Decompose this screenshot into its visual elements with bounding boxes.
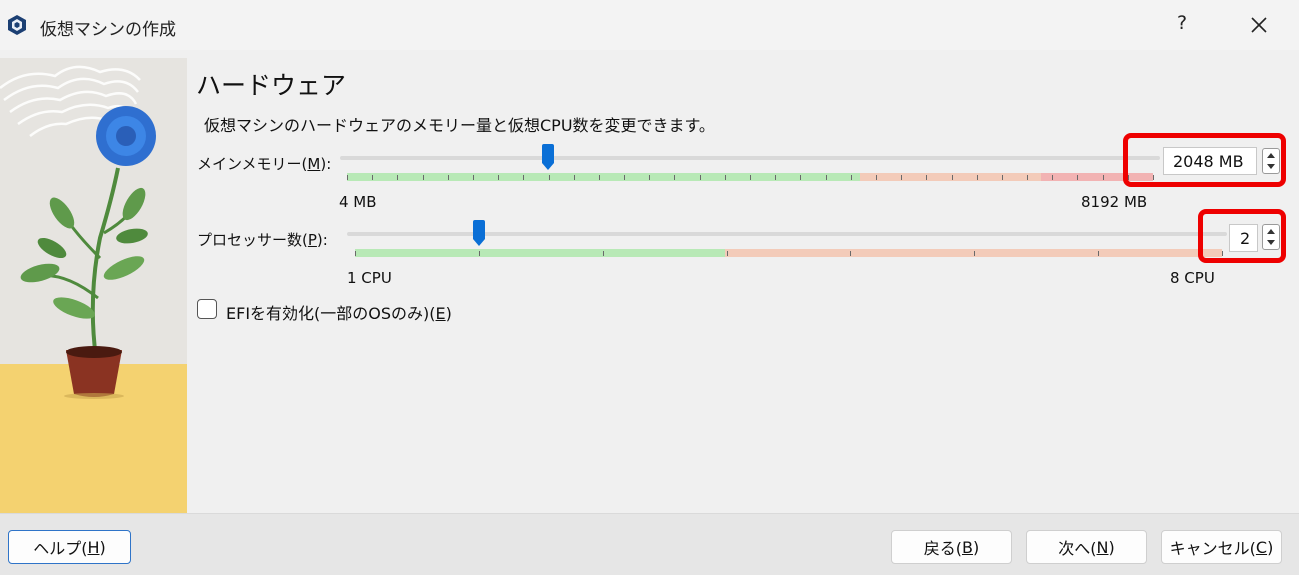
memory-slider-thumb[interactable] [541,144,555,170]
next-button-prefix: 次へ( [1058,539,1097,558]
memory-label: メインメモリー(M): [197,153,331,174]
processor-range-recommended [355,249,725,257]
processor-tick [478,251,480,256]
memory-tick [523,175,525,180]
memory-mnemonic: M [307,155,321,173]
memory-tick [397,175,399,180]
processor-label: プロセッサー数(P): [197,229,328,250]
memory-tick [598,175,600,180]
memory-tick [976,175,978,180]
processor-tick [355,251,356,256]
memory-tick [951,175,953,180]
memory-max-label: 8192 MB [1081,193,1148,211]
memory-range-recommended [347,173,860,181]
cancel-button[interactable]: キャンセル(C) [1161,530,1282,564]
back-button-prefix: 戻る( [923,539,962,558]
efi-label[interactable]: EFIを有効化(一部のOSのみ)(E) [226,300,452,324]
memory-tick [875,175,877,180]
processor-mnemonic: P [307,231,317,249]
processor-tick [602,251,604,256]
memory-tick [573,175,575,180]
back-button-mnemonic: B [962,537,973,557]
memory-tick [1052,175,1054,180]
next-button-suffix: ) [1108,537,1115,557]
cancel-button-prefix: キャンセル( [1169,539,1256,558]
memory-tick [926,175,928,180]
processor-min-label: 1 CPU [347,269,392,287]
memory-tick [674,175,676,180]
memory-tick [1027,175,1029,180]
memory-tick [699,175,701,180]
memory-tick [548,175,550,180]
next-button[interactable]: 次へ(N) [1026,530,1147,564]
memory-tick [347,175,348,180]
memory-highlight-box [1123,133,1286,187]
processor-max-label: 8 CPU [1170,269,1215,287]
processor-tick [974,251,976,256]
memory-label-prefix: メインメモリー( [197,155,308,173]
memory-tick [1102,175,1104,180]
memory-min-label: 4 MB [339,193,377,211]
memory-tick [372,175,374,180]
window-title: 仮想マシンの作成 [40,20,176,40]
help-dialog-button[interactable]: ヘルプ(H) [8,530,131,564]
help-button-mnemonic: H [87,537,100,557]
memory-tick [422,175,424,180]
memory-tick [850,175,852,180]
memory-tick [472,175,474,180]
memory-label-suffix: ): [320,155,332,173]
cancel-button-suffix: ) [1267,537,1274,557]
memory-tick [447,175,449,180]
processor-label-suffix: ): [316,231,328,249]
memory-tick [1077,175,1079,180]
back-button-suffix: ) [972,537,980,557]
virtualbox-icon [8,15,26,35]
efi-mnemonic: E [435,304,446,323]
memory-tick [1001,175,1003,180]
memory-tick [800,175,802,180]
memory-tick [724,175,726,180]
memory-slider-groove[interactable] [340,156,1160,160]
help-button-prefix: ヘルプ( [33,539,88,558]
title-bar: 仮想マシンの作成 ? [0,0,1299,50]
processor-tick [726,251,728,256]
memory-tick [498,175,500,180]
plant-illustration [0,58,187,513]
processor-tick [850,251,852,256]
memory-tick [649,175,651,180]
memory-tick [750,175,751,180]
cancel-button-mnemonic: C [1255,537,1268,557]
next-button-mnemonic: N [1096,537,1109,557]
memory-tick [825,175,827,180]
processor-label-prefix: プロセッサー数( [197,231,308,249]
processor-slider-thumb[interactable] [472,220,486,246]
processor-tick [1098,251,1100,256]
memory-range-warning [860,173,1041,181]
help-button[interactable]: ? [1168,12,1196,38]
help-button-suffix: ) [99,537,106,557]
memory-tick [775,175,777,180]
back-button[interactable]: 戻る(B) [891,530,1012,564]
processor-highlight-box [1198,209,1286,263]
page-heading: ハードウェア [196,71,347,100]
efi-checkbox[interactable] [197,299,217,319]
efi-label-prefix: EFIを有効化(一部のOSのみ)( [226,304,436,323]
close-icon[interactable] [1244,10,1274,40]
page-description: 仮想マシンのハードウェアのメモリー量と仮想CPU数を変更できます。 [204,116,715,135]
efi-label-suffix: ) [445,304,452,323]
memory-tick [624,175,626,180]
memory-tick [901,175,903,180]
